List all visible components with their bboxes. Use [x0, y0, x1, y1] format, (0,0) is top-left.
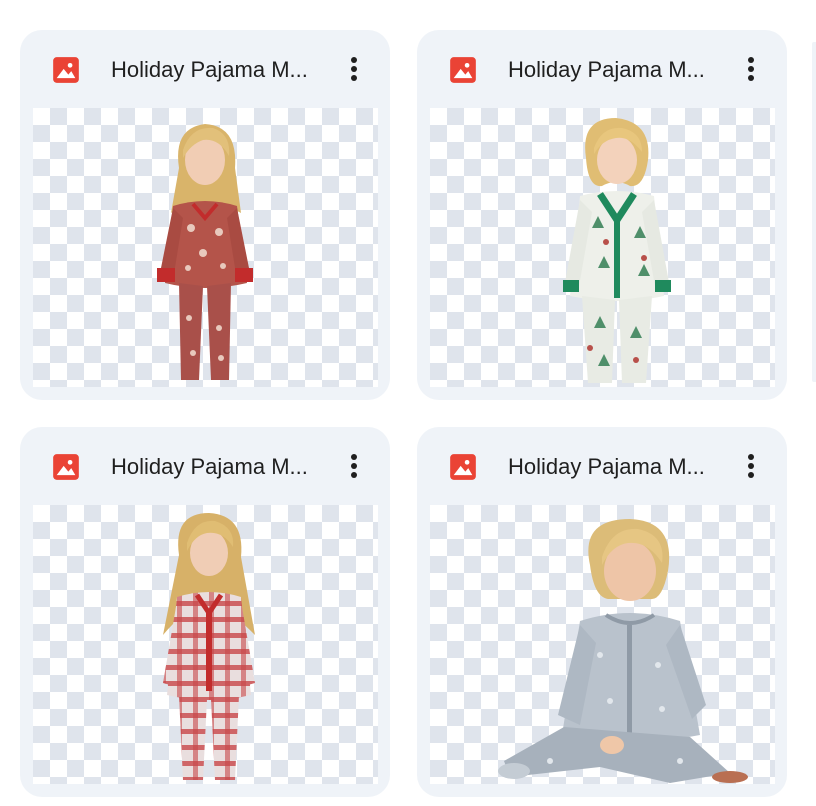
- child-red-plaid-pajamas-image: [163, 513, 255, 780]
- child-red-snowflake-pajamas-image: [157, 124, 253, 380]
- file-card-header: Holiday Pajama M...: [417, 30, 787, 108]
- more-options-icon[interactable]: [737, 449, 765, 483]
- image-file-icon: [53, 57, 79, 83]
- file-name: Holiday Pajama M...: [111, 454, 308, 479]
- file-thumbnail[interactable]: [33, 505, 378, 784]
- child-green-trim-christmas-tree-pajamas-image: [563, 118, 671, 383]
- next-card-edge: [812, 42, 816, 382]
- file-card[interactable]: Holiday Pajama M...: [20, 427, 390, 797]
- file-name: Holiday Pajama M...: [111, 57, 308, 82]
- image-file-icon: [53, 454, 79, 480]
- file-name: Holiday Pajama M...: [508, 454, 705, 479]
- more-options-icon[interactable]: [340, 52, 368, 86]
- more-options-icon[interactable]: [340, 449, 368, 483]
- file-thumbnail[interactable]: [430, 108, 775, 387]
- child-gray-sitting-pajamas-image: [498, 519, 748, 783]
- file-card-header: Holiday Pajama M...: [20, 427, 390, 505]
- image-file-icon: [450, 57, 476, 83]
- file-name: Holiday Pajama M...: [508, 57, 705, 82]
- file-card-header: Holiday Pajama M...: [20, 30, 390, 108]
- image-file-icon: [450, 454, 476, 480]
- more-options-icon[interactable]: [737, 52, 765, 86]
- file-card[interactable]: Holiday Pajama M...: [417, 30, 787, 400]
- file-card-header: Holiday Pajama M...: [417, 427, 787, 505]
- file-grid: Holiday Pajama M... Holiday Pajama M... …: [0, 0, 816, 806]
- file-thumbnail[interactable]: [33, 108, 378, 387]
- file-thumbnail[interactable]: [430, 505, 775, 784]
- file-card[interactable]: Holiday Pajama M...: [20, 30, 390, 400]
- file-card[interactable]: Holiday Pajama M...: [417, 427, 787, 797]
